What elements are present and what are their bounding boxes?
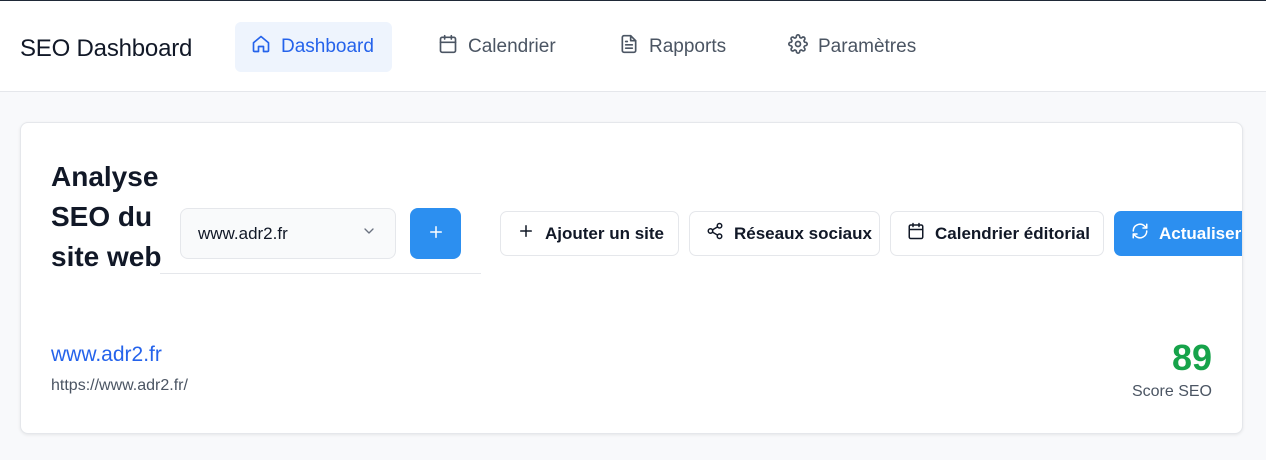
editorial-calendar-label: Calendrier éditorial <box>935 223 1090 243</box>
site-select-value: www.adr2.fr <box>198 223 288 243</box>
seo-score-label: Score SEO <box>1131 383 1212 400</box>
refresh-analysis-button[interactable]: Actualiser l'an <box>1114 211 1242 256</box>
nav-rapports-label: Rapports <box>649 36 727 57</box>
nav-parametres-label: Paramètres <box>818 36 917 57</box>
home-icon <box>251 34 271 60</box>
page-title: Analyse SEO du site web <box>51 161 162 272</box>
nav-dashboard-label: Dashboard <box>281 36 374 57</box>
nav-dashboard[interactable]: Dashboard <box>235 22 392 72</box>
nav-rapports[interactable]: Rapports <box>603 22 742 72</box>
refresh-analysis-label: Actualiser l'an <box>1159 223 1242 243</box>
share-icon <box>706 222 724 245</box>
seo-score: 89 Score SEO <box>1132 337 1212 401</box>
calendar-icon <box>907 222 925 245</box>
site-select[interactable]: www.adr2.fr <box>180 208 396 259</box>
top-navigation-bar: SEO Dashboard Dashboard Calendrier Rappo… <box>0 0 1266 92</box>
app-title: SEO Dashboard <box>20 35 193 62</box>
seo-analysis-card: Analyse SEO du site web www.adr2.fr Ajou… <box>20 122 1243 434</box>
editorial-calendar-button[interactable]: Calendrier éditorial <box>890 211 1104 256</box>
refresh-icon <box>1131 222 1149 245</box>
seo-score-value: 89 <box>1171 337 1212 378</box>
social-networks-label: Réseaux sociaux <box>734 223 872 243</box>
plus-icon <box>427 223 445 244</box>
nav-parametres[interactable]: Paramètres <box>772 22 932 72</box>
gear-icon <box>788 34 808 60</box>
document-icon <box>619 34 639 60</box>
social-networks-button[interactable]: Réseaux sociaux <box>689 211 880 256</box>
add-site-icon-button[interactable] <box>410 208 461 259</box>
divider <box>160 273 481 274</box>
nav-calendrier-label: Calendrier <box>468 36 556 57</box>
site-name-link[interactable]: www.adr2.fr <box>51 343 162 367</box>
add-site-label: Ajouter un site <box>545 223 665 243</box>
plus-icon <box>517 222 535 245</box>
nav-calendrier[interactable]: Calendrier <box>422 22 572 72</box>
calendar-icon <box>438 34 458 60</box>
chevron-down-icon <box>361 223 377 244</box>
site-url: https://www.adr2.fr/ <box>51 377 188 394</box>
add-site-button[interactable]: Ajouter un site <box>500 211 679 256</box>
